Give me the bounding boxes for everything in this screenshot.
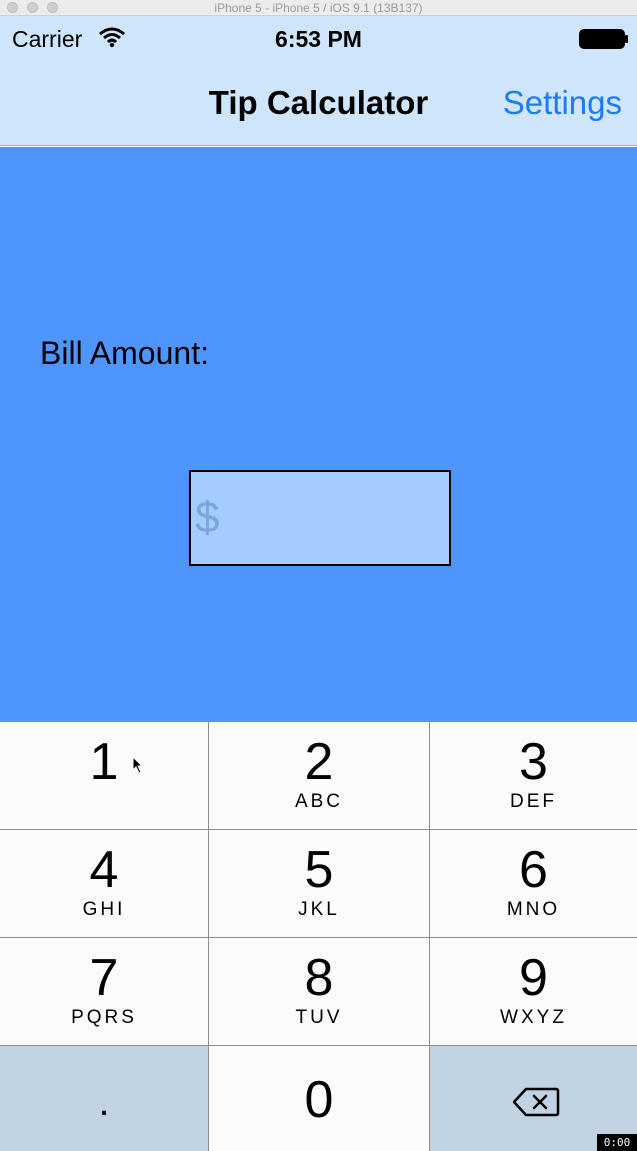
key-number: 4 bbox=[89, 841, 119, 899]
key-5[interactable]: 5 JKL bbox=[209, 830, 429, 937]
key-letters: PQRS bbox=[71, 1007, 137, 1028]
recording-timer: 0:00 bbox=[597, 1134, 637, 1151]
main-content: Bill Amount: bbox=[0, 147, 637, 722]
key-0[interactable]: 0 bbox=[209, 1046, 429, 1151]
key-letters: ABC bbox=[294, 791, 344, 812]
key-number: 2 bbox=[304, 733, 334, 791]
key-number: 0 bbox=[304, 1071, 334, 1129]
key-9[interactable]: 9 WXYZ bbox=[430, 938, 637, 1045]
key-7[interactable]: 7 PQRS bbox=[0, 938, 208, 1045]
navigation-bar: Tip Calculator Settings bbox=[0, 60, 637, 146]
key-6[interactable]: 6 MNO bbox=[430, 830, 637, 937]
key-2[interactable]: 2 ABC bbox=[209, 722, 429, 829]
delete-backspace-icon bbox=[512, 1087, 560, 1117]
key-number: 3 bbox=[519, 733, 548, 791]
key-number: 6 bbox=[519, 841, 548, 899]
status-bar: Carrier 6:53 PM bbox=[0, 16, 637, 60]
status-time: 6:53 PM bbox=[275, 26, 362, 52]
simulator-title-bar: iPhone 5 - iPhone 5 / iOS 9.1 (13B137) bbox=[0, 0, 637, 16]
numeric-keypad: 1 2 ABC 3 DEF 4 GHI 5 JKL 6 MNO 7 PQRS 8… bbox=[0, 722, 637, 1151]
key-number: 8 bbox=[304, 949, 334, 1007]
mouse-cursor-icon bbox=[132, 756, 144, 774]
key-4[interactable]: 4 GHI bbox=[0, 830, 208, 937]
bill-amount-label: Bill Amount: bbox=[40, 335, 209, 371]
settings-button[interactable]: Settings bbox=[503, 84, 622, 122]
key-number: 5 bbox=[304, 841, 334, 899]
simulator-window-title: iPhone 5 - iPhone 5 / iOS 9.1 (13B137) bbox=[214, 1, 423, 15]
key-letters: DEF bbox=[510, 791, 557, 812]
key-decimal[interactable]: . bbox=[0, 1046, 208, 1151]
key-number: 9 bbox=[519, 949, 548, 1007]
key-decimal-label: . bbox=[98, 1080, 110, 1124]
key-1[interactable]: 1 bbox=[0, 722, 208, 829]
key-8[interactable]: 8 TUV bbox=[209, 938, 429, 1045]
key-letters: TUV bbox=[295, 1007, 343, 1028]
key-number: 1 bbox=[89, 733, 119, 791]
key-letters: MNO bbox=[506, 899, 561, 920]
key-letters: WXYZ bbox=[500, 1007, 567, 1028]
key-3[interactable]: 3 DEF bbox=[430, 722, 637, 829]
battery-icon bbox=[579, 29, 628, 49]
bill-amount-input[interactable] bbox=[189, 470, 451, 566]
key-letters: GHI bbox=[82, 899, 126, 920]
key-number: 7 bbox=[89, 949, 119, 1007]
key-letters: JKL bbox=[298, 899, 340, 920]
